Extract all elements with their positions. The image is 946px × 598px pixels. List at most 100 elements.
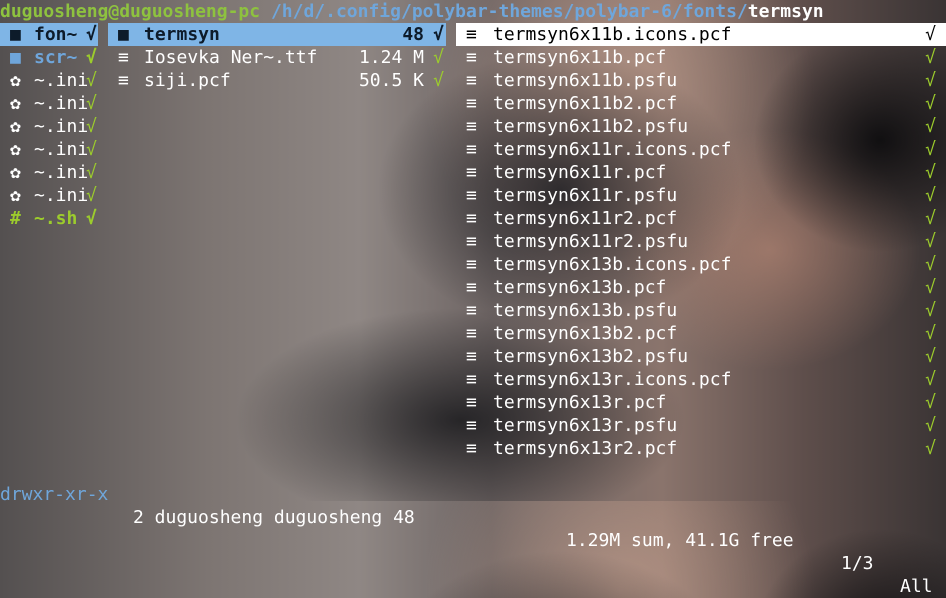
entry-name: termsyn6x13b2.pcf [493,323,678,344]
scroll-position: All [900,576,933,597]
entry-name: ~.ini [34,116,89,137]
folder-icon: ■ [10,24,21,45]
parent-entry[interactable]: # ~.sh √ [0,207,98,230]
file-icon: ≡ [466,346,477,367]
file-icon: ≡ [466,254,477,275]
file-icon: ≡ [466,24,477,45]
check-icon: √ [86,116,97,137]
check-icon: √ [86,70,97,91]
parent-entry[interactable]: ✿ ~.ini √ [0,115,98,138]
check-icon: √ [433,24,444,45]
parent-entry[interactable]: ✿ ~.ini √ [0,138,98,161]
preview-entry[interactable]: ≡ termsyn6x13r.icons.pcf √ [456,368,946,391]
check-icon: √ [925,346,936,367]
entry-name: termsyn6x11b2.psfu [493,116,689,137]
entry-name: fon~ [34,24,78,45]
gear-icon: ✿ [10,70,21,91]
preview-entry[interactable]: ≡ termsyn6x11b.icons.pcf √ [456,23,946,46]
check-icon: √ [925,254,936,275]
title-bar: duguosheng@duguosheng-pc /h/d/.config/po… [0,0,946,23]
file-icon: ≡ [466,47,477,68]
check-icon: √ [86,24,97,45]
parent-directory-column: ■ fon~ √ ■ scr~ √ ✿ ~.ini √ ✿ ~.ini √ ✿ ~.ini √ ✿ ~.ini √… [0,23,98,230]
entry-name: termsyn [144,24,220,45]
current-entry[interactable]: ■ termsyn 48 √ [108,23,446,46]
entry-name: termsyn6x11r.psfu [493,185,678,206]
entry-name: ~.sh [34,208,78,229]
preview-entry[interactable]: ≡ termsyn6x11r2.pcf √ [456,207,946,230]
file-icon: ≡ [466,116,477,137]
check-icon: √ [925,185,936,206]
entry-name: ~.ini [34,70,89,91]
check-icon: √ [433,70,444,91]
preview-entry[interactable]: ≡ termsyn6x13b.pcf √ [456,276,946,299]
file-icon: ≡ [466,323,477,344]
entry-name: termsyn6x11r.pcf [493,162,667,183]
current-path: /h/d/.config/polybar-themes/polybar-6/fo… [270,1,748,22]
preview-entry[interactable]: ≡ termsyn6x11b2.pcf √ [456,92,946,115]
entry-size: 48 [402,24,424,45]
file-icon: ≡ [466,369,477,390]
preview-entry[interactable]: ≡ termsyn6x13b.icons.pcf √ [456,253,946,276]
entry-name: termsyn6x13r.psfu [493,415,678,436]
shell-script-icon: # [10,208,21,229]
entry-name: termsyn6x13b2.psfu [493,346,689,367]
check-icon: √ [86,208,97,229]
check-icon: √ [925,116,936,137]
preview-entry[interactable]: ≡ termsyn6x13r.pcf √ [456,391,946,414]
entry-name: termsyn6x13b.pcf [493,277,667,298]
entry-name: termsyn6x11b2.pcf [493,93,678,114]
current-directory-column: ■ termsyn 48 √ ≡ Iosevka Ner~.ttf 1.24 M √ ≡ siji… [108,23,446,92]
file-icon: ≡ [466,392,477,413]
file-icon: ≡ [466,231,477,252]
preview-entry[interactable]: ≡ termsyn6x11r.pcf √ [456,161,946,184]
entry-size: 1.24 M [358,47,424,68]
check-icon: √ [925,47,936,68]
check-icon: √ [925,139,936,160]
entry-name: siji.pcf [144,70,231,91]
check-icon: √ [925,208,936,229]
preview-entry[interactable]: ≡ termsyn6x11b2.psfu √ [456,115,946,138]
entry-size: 50.5 K [358,70,424,91]
folder-icon: ■ [118,24,129,45]
preview-entry[interactable]: ≡ termsyn6x11r.psfu √ [456,184,946,207]
preview-entry[interactable]: ≡ termsyn6x11b.pcf √ [456,46,946,69]
current-entry[interactable]: ≡ siji.pcf 50.5 K √ [108,69,446,92]
entry-name: termsyn6x11b.pcf [493,47,667,68]
preview-entry[interactable]: ≡ termsyn6x11b.psfu √ [456,69,946,92]
preview-entry[interactable]: ≡ termsyn6x11r2.psfu √ [456,230,946,253]
parent-entry[interactable]: ✿ ~.ini √ [0,161,98,184]
entry-name: termsyn6x13r.pcf [493,392,667,413]
preview-entry[interactable]: ≡ termsyn6x11r.icons.pcf √ [456,138,946,161]
entry-name: termsyn6x13r.icons.pcf [493,369,732,390]
entry-name: ~.ini [34,185,89,206]
file-icon: ≡ [466,208,477,229]
preview-entry[interactable]: ≡ termsyn6x13b2.psfu √ [456,345,946,368]
permissions: drwxr-xr-x [0,484,109,505]
parent-entry[interactable]: ✿ ~.ini √ [0,184,98,207]
file-icon: ≡ [466,277,477,298]
entry-name: ~.ini [34,162,89,183]
status-bar: drwxr-xr-x 2 duguosheng duguosheng 48 1.… [0,460,946,597]
file-icon: ≡ [118,47,129,68]
check-icon: √ [925,231,936,252]
check-icon: √ [925,323,936,344]
entry-name: termsyn6x13r2.pcf [493,438,678,459]
check-icon: √ [86,93,97,114]
preview-entry[interactable]: ≡ termsyn6x13r.psfu √ [456,414,946,437]
parent-entry[interactable]: ✿ ~.ini √ [0,69,98,92]
preview-entry[interactable]: ≡ termsyn6x13b.psfu √ [456,299,946,322]
folder-icon: ■ [10,47,21,68]
entry-name: termsyn6x11r2.pcf [493,208,678,229]
parent-entry[interactable]: ✿ ~.ini √ [0,92,98,115]
check-icon: √ [925,277,936,298]
file-icon: ≡ [466,139,477,160]
page-indicator: 1/3 [841,553,874,574]
check-icon: √ [925,93,936,114]
parent-entry[interactable]: ■ scr~ √ [0,46,98,69]
parent-entry[interactable]: ■ fon~ √ [0,23,98,46]
current-entry[interactable]: ≡ Iosevka Ner~.ttf 1.24 M √ [108,46,446,69]
check-icon: √ [925,70,936,91]
preview-entry[interactable]: ≡ termsyn6x13b2.pcf √ [456,322,946,345]
preview-entry[interactable]: ≡ termsyn6x13r2.pcf √ [456,437,946,460]
